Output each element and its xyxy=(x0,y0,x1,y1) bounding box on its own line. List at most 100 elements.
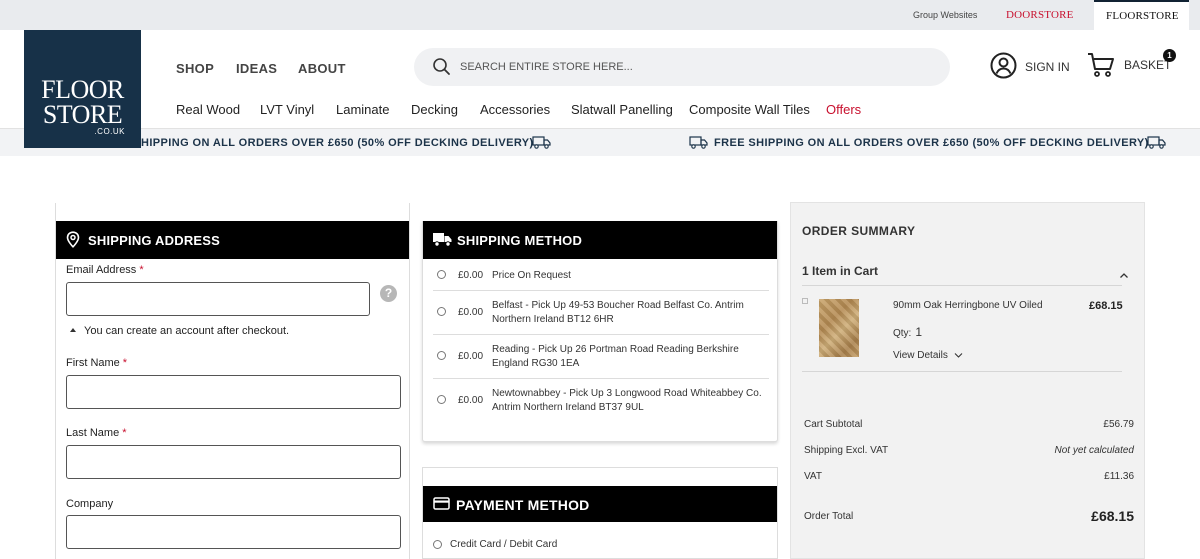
shipping-option-label: Newtownabbey - Pick Up 3 Longwood Road W… xyxy=(492,388,762,413)
shipping-option-price: £0.00 xyxy=(458,307,484,318)
shipping-option-price: £0.00 xyxy=(458,395,484,406)
payment-method-header: PAYMENT METHOD xyxy=(423,486,777,522)
required-mark: * xyxy=(122,357,128,369)
category-real-wood[interactable]: Real Wood xyxy=(176,102,240,117)
required-mark: * xyxy=(139,264,144,276)
vat-row: VAT £11.36 xyxy=(804,471,1134,482)
email-label-text: Email Address xyxy=(66,264,137,276)
shipping-address-title: SHIPPING ADDRESS xyxy=(88,233,221,248)
shipping-option-radio[interactable] xyxy=(437,395,446,404)
site-logo[interactable]: FLOOR STORE .CO.UK xyxy=(24,30,141,148)
sign-in-link[interactable]: SIGN IN xyxy=(990,52,1070,84)
delivery-truck-icon xyxy=(532,136,551,154)
payment-method-title: PAYMENT METHOD xyxy=(456,497,590,513)
remove-item-checkbox[interactable] xyxy=(802,298,808,304)
payment-method-panel: PAYMENT METHOD Credit Card / Debit Card xyxy=(422,467,778,559)
last-name-label: Last Name * xyxy=(66,427,126,439)
shipping-option[interactable]: £0.00 Newtownabbey - Pick Up 3 Longwood … xyxy=(433,379,769,423)
order-summary-title: ORDER SUMMARY xyxy=(802,224,916,238)
cart-icon xyxy=(1087,53,1115,82)
promo-text-partial: HIPPING ON ALL ORDERS OVER £650 (50% OFF… xyxy=(141,137,534,149)
sign-in-label: SIGN IN xyxy=(1025,60,1070,74)
logo-line-store: STORE xyxy=(42,100,123,129)
category-decking[interactable]: Decking xyxy=(411,102,458,117)
cart-subtotal-label: Cart Subtotal xyxy=(804,419,863,430)
shipping-method-panel: SHIPPING METHOD £0.00 Price On Request £… xyxy=(422,221,778,442)
summary-divider xyxy=(802,371,1122,372)
first-name-field[interactable] xyxy=(66,375,401,409)
user-icon xyxy=(990,52,1017,83)
email-label: Email Address * xyxy=(66,264,144,276)
chevron-up-icon[interactable] xyxy=(1119,266,1129,284)
company-label: Company xyxy=(66,498,113,510)
payment-option-label: Credit Card / Debit Card xyxy=(450,539,558,550)
logo-line-domain: .CO.UK xyxy=(94,127,125,136)
logo-line-floor: FLOOR xyxy=(41,75,124,104)
nav-shop[interactable]: SHOP xyxy=(176,61,214,76)
summary-divider xyxy=(802,285,1122,286)
doorstore-link[interactable]: DOORSTORE xyxy=(1006,9,1074,21)
order-summary-panel: ORDER SUMMARY 1 Item in Cart 90mm Oak He… xyxy=(790,202,1145,559)
order-total-value: £68.15 xyxy=(1091,508,1134,524)
company-field[interactable] xyxy=(66,515,401,549)
location-pin-icon xyxy=(66,231,80,253)
credit-card-icon xyxy=(433,497,450,515)
first-name-label-text: First Name xyxy=(66,357,120,369)
shipping-row: Shipping Excl. VAT Not yet calculated xyxy=(804,445,1134,456)
cart-subtotal-row: Cart Subtotal £56.79 xyxy=(804,419,1134,430)
company-label-text: Company xyxy=(66,498,114,510)
order-total-label: Order Total xyxy=(804,511,854,522)
shipping-option-radio[interactable] xyxy=(437,351,446,360)
email-help-icon[interactable]: ? xyxy=(380,285,397,302)
shipping-option-radio[interactable] xyxy=(437,270,446,279)
shipping-option-price: £0.00 xyxy=(458,351,484,362)
product-price: £68.15 xyxy=(1089,300,1123,312)
cart-items-toggle[interactable]: 1 Item in Cart xyxy=(802,264,878,278)
category-slatwall-panelling[interactable]: Slatwall Panelling xyxy=(571,102,673,117)
shipping-promo-banner: HIPPING ON ALL ORDERS OVER £650 (50% OFF… xyxy=(0,129,1200,156)
vat-value: £11.36 xyxy=(1104,471,1134,482)
caret-up-icon xyxy=(70,328,76,332)
product-qty: Qty: 1 xyxy=(893,325,922,339)
shipping-address-header: SHIPPING ADDRESS xyxy=(56,221,409,259)
shipping-option-radio[interactable] xyxy=(437,307,446,316)
floorstore-link[interactable]: FLOORSTORE xyxy=(1106,10,1179,22)
category-lvt-vinyl[interactable]: LVT Vinyl xyxy=(260,102,314,117)
shipping-option-label: Price On Request xyxy=(492,270,571,281)
shipping-label: Shipping Excl. VAT xyxy=(804,445,889,456)
view-details-label: View Details xyxy=(893,350,948,361)
group-websites-bar: Group Websites DOORSTORE FLOORSTORE xyxy=(0,0,1200,30)
first-name-label: First Name * xyxy=(66,357,127,369)
basket-link[interactable]: BASKET 1 xyxy=(1087,49,1176,83)
payment-option-radio[interactable] xyxy=(433,540,442,549)
delivery-truck-icon xyxy=(689,136,708,154)
chevron-down-icon xyxy=(951,350,963,361)
account-note-text: You can create an account after checkout… xyxy=(84,325,290,337)
nav-about[interactable]: ABOUT xyxy=(298,61,346,76)
search-input[interactable] xyxy=(460,57,920,77)
product-name: 90mm Oak Herringbone UV Oiled xyxy=(893,300,1043,311)
last-name-field[interactable] xyxy=(66,445,401,479)
category-accessories[interactable]: Accessories xyxy=(480,102,550,117)
shipping-option-label: Belfast - Pick Up 49-53 Boucher Road Bel… xyxy=(492,300,744,325)
view-details-toggle[interactable]: View Details xyxy=(893,350,963,361)
category-offers[interactable]: Offers xyxy=(826,102,861,117)
basket-count-badge: 1 xyxy=(1163,49,1176,62)
nav-ideas[interactable]: IDEAS xyxy=(236,61,277,76)
shipping-option[interactable]: £0.00 Reading - Pick Up 26 Portman Road … xyxy=(433,335,769,379)
qty-label: Qty: xyxy=(893,328,912,339)
delivery-truck-icon xyxy=(1147,136,1166,154)
category-laminate[interactable]: Laminate xyxy=(336,102,389,117)
category-composite-wall-tiles[interactable]: Composite Wall Tiles xyxy=(689,102,810,117)
shipping-option-price: £0.00 xyxy=(458,270,484,281)
shipping-method-header: SHIPPING METHOD xyxy=(423,221,777,259)
shipping-option[interactable]: £0.00 Belfast - Pick Up 49-53 Boucher Ro… xyxy=(433,291,769,335)
email-field[interactable] xyxy=(66,282,370,316)
promo-text: FREE SHIPPING ON ALL ORDERS OVER £650 (5… xyxy=(714,137,1149,149)
shipping-method-title: SHIPPING METHOD xyxy=(457,233,583,248)
product-thumbnail xyxy=(819,299,859,357)
search-bar[interactable] xyxy=(414,48,950,86)
search-icon xyxy=(432,57,452,82)
floorstore-tab[interactable]: FLOORSTORE xyxy=(1094,0,1189,30)
shipping-option[interactable]: £0.00 Price On Request xyxy=(433,259,769,291)
